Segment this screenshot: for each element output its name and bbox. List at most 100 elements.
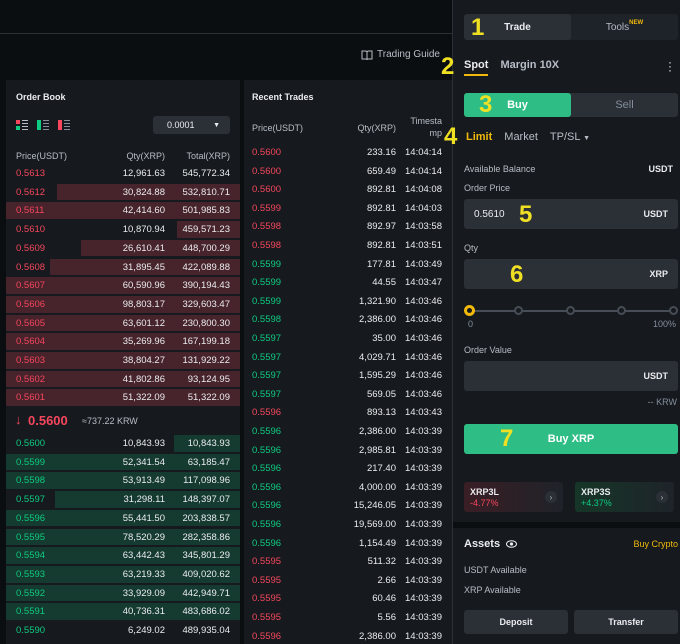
buy-crypto-link[interactable]: Buy Crypto — [633, 539, 678, 549]
qty-input[interactable]: XRP — [464, 259, 678, 289]
slider-step-100[interactable] — [669, 306, 678, 315]
buy-xrp-button[interactable]: Buy XRP — [464, 424, 678, 454]
trade-time: 14:03:46 — [405, 295, 442, 307]
trade-price: 0.5597 — [252, 351, 282, 363]
trade-qty: 892.81 — [366, 184, 396, 196]
precision-select[interactable]: 0.0001 ▼ — [153, 116, 230, 134]
trade-qty: 511.32 — [367, 556, 396, 568]
order-price-input[interactable]: 0.5610 USDT — [464, 199, 678, 229]
ask-price: 0.5603 — [16, 355, 46, 366]
tab-margin[interactable]: Margin 10X — [500, 59, 559, 76]
trade-qty: 1,595.29 — [359, 370, 396, 382]
ask-row[interactable]: 0.5604 35,269.96 167,199.18 — [6, 332, 240, 351]
ask-price: 0.5610 — [16, 224, 46, 236]
ask-qty: 51,322.09 — [122, 392, 165, 404]
ask-qty: 41,802.86 — [122, 373, 165, 385]
bid-row[interactable]: 0.5590 6,249.02 489,935.04 — [6, 621, 240, 640]
trade-time: 14:03:39 — [405, 556, 442, 568]
order-book-panel: Order Book 0.0001 ▼ Price(USDT) Qty(XRP)… — [6, 80, 240, 644]
transfer-button[interactable]: Transfer — [574, 610, 678, 634]
new-badge: NEW — [629, 20, 644, 26]
recent-trades-title: Recent Trades — [252, 92, 314, 102]
xrp3s-change: +4.37% — [581, 498, 612, 508]
bid-row[interactable]: 0.5591 40,736.31 483,686.02 — [6, 602, 240, 621]
tab-spot[interactable]: Spot — [464, 59, 489, 76]
ask-qty: 35,269.96 — [122, 336, 165, 348]
ask-price: 0.5612 — [16, 186, 46, 198]
deposit-button[interactable]: Deposit — [464, 610, 568, 634]
bid-row[interactable]: 0.5592 33,929.09 442,949.71 — [6, 584, 240, 603]
arrow-down-icon: ↓ — [15, 412, 22, 427]
ask-row[interactable]: 0.5608 31,895.45 422,089.88 — [6, 258, 240, 277]
rt-col-time-2: mp — [429, 128, 442, 138]
bid-price: 0.5594 — [16, 550, 46, 562]
xrp3l-card[interactable]: XRP3L -4.77% › — [464, 482, 563, 512]
bid-total: 63,185.47 — [187, 456, 230, 468]
trade-qty: 4,000.00 — [359, 481, 396, 493]
layout-bids-icon[interactable] — [37, 120, 49, 130]
ask-row[interactable]: 0.5606 98,803.17 329,603.47 — [6, 295, 240, 314]
slider-step-50[interactable] — [566, 306, 575, 315]
more-vertical-icon[interactable]: · · · — [668, 56, 672, 76]
bid-total: 10,843.93 — [187, 438, 230, 449]
trade-time: 14:03:39 — [405, 463, 442, 475]
bid-total: 117,098.96 — [183, 475, 230, 487]
ask-row[interactable]: 0.5603 38,804.27 131,929.22 — [6, 351, 240, 370]
bid-row[interactable]: 0.5598 53,913.49 117,098.96 — [6, 471, 240, 490]
trade-price: 0.5600 — [252, 165, 282, 177]
rt-col-price: Price(USDT) — [252, 123, 303, 133]
bid-row[interactable]: 0.5596 55,441.50 203,838.57 — [6, 509, 240, 528]
bid-row[interactable]: 0.5597 31,298.11 148,397.07 — [6, 490, 240, 509]
trade-qty: 177.81 — [366, 258, 396, 270]
slider-step-75[interactable] — [617, 306, 626, 315]
trade-row: 0.5599 177.81 14:03:49 — [244, 255, 452, 274]
ask-total: 390,194.43 — [182, 280, 230, 292]
ask-row[interactable]: 0.5609 26,610.41 448,700.29 — [6, 239, 240, 258]
ask-total: 532,810.71 — [182, 186, 230, 198]
last-price-fiat: ≈737.22 KRW — [82, 416, 138, 426]
market-type-tabs: Spot Margin 10X — [464, 59, 559, 76]
ob-col-qty: Qty(XRP) — [126, 151, 165, 161]
slider-handle[interactable] — [464, 305, 475, 316]
slider-step-25[interactable] — [514, 306, 523, 315]
trading-guide-link[interactable]: Trading Guide — [361, 49, 440, 60]
trade-price: 0.5597 — [252, 388, 282, 400]
order-type-limit[interactable]: Limit — [466, 131, 492, 143]
rt-col-time-1: Timesta — [410, 116, 442, 126]
trade-time: 14:03:39 — [405, 426, 442, 437]
layout-both-icon[interactable] — [16, 120, 28, 130]
ask-row[interactable]: 0.5605 63,601.12 230,800.30 — [6, 314, 240, 333]
trade-price: 0.5596 — [252, 463, 282, 475]
bid-row[interactable]: 0.5594 63,442.43 345,801.29 — [6, 546, 240, 565]
ask-row[interactable]: 0.5602 41,802.86 93,124.95 — [6, 370, 240, 389]
ask-row[interactable]: 0.5601 51,322.09 51,322.09 — [6, 388, 240, 407]
bid-row[interactable]: 0.5595 78,520.29 282,358.86 — [6, 528, 240, 547]
ask-row[interactable]: 0.5607 60,590.96 390,194.43 — [6, 276, 240, 295]
trade-price: 0.5598 — [252, 221, 282, 233]
bid-qty: 52,341.54 — [122, 456, 165, 468]
order-type-market[interactable]: Market — [504, 131, 538, 143]
xrp3l-name: XRP3L — [470, 487, 500, 497]
order-value-input[interactable]: USDT — [464, 361, 678, 391]
sell-tab[interactable]: Sell — [571, 93, 678, 117]
tab-tools[interactable]: Tools NEW — [571, 14, 678, 40]
trade-row: 0.5597 35.00 14:03:46 — [244, 329, 452, 348]
trade-price: 0.5596 — [252, 407, 282, 419]
qty-slider[interactable] — [464, 304, 678, 318]
trade-row: 0.5596 2,386.00 14:03:39 — [244, 627, 452, 644]
bid-row[interactable]: 0.5599 52,341.54 63,185.47 — [6, 453, 240, 472]
ask-row[interactable]: 0.5613 12,961.63 545,772.34 — [6, 164, 240, 183]
bid-row[interactable]: 0.5593 63,219.33 409,020.62 — [6, 565, 240, 584]
ask-qty: 60,590.96 — [122, 280, 165, 292]
layout-asks-icon[interactable] — [58, 120, 70, 130]
ask-row[interactable]: 0.5611 42,414.60 501,985.83 — [6, 201, 240, 220]
eye-icon[interactable] — [506, 540, 518, 548]
caret-down-icon: ▼ — [583, 135, 591, 142]
xrp3s-card[interactable]: XRP3S +4.37% › — [575, 482, 674, 512]
ask-row[interactable]: 0.5610 10,870.94 459,571.23 — [6, 220, 240, 239]
trade-price: 0.5600 — [252, 147, 282, 158]
order-book-layout-toggles — [16, 120, 70, 130]
bid-row[interactable]: 0.5600 10,843.93 10,843.93 — [6, 434, 240, 453]
order-type-tpsl[interactable]: TP/SL ▼ — [550, 131, 590, 143]
ask-row[interactable]: 0.5612 30,824.88 532,810.71 — [6, 183, 240, 202]
